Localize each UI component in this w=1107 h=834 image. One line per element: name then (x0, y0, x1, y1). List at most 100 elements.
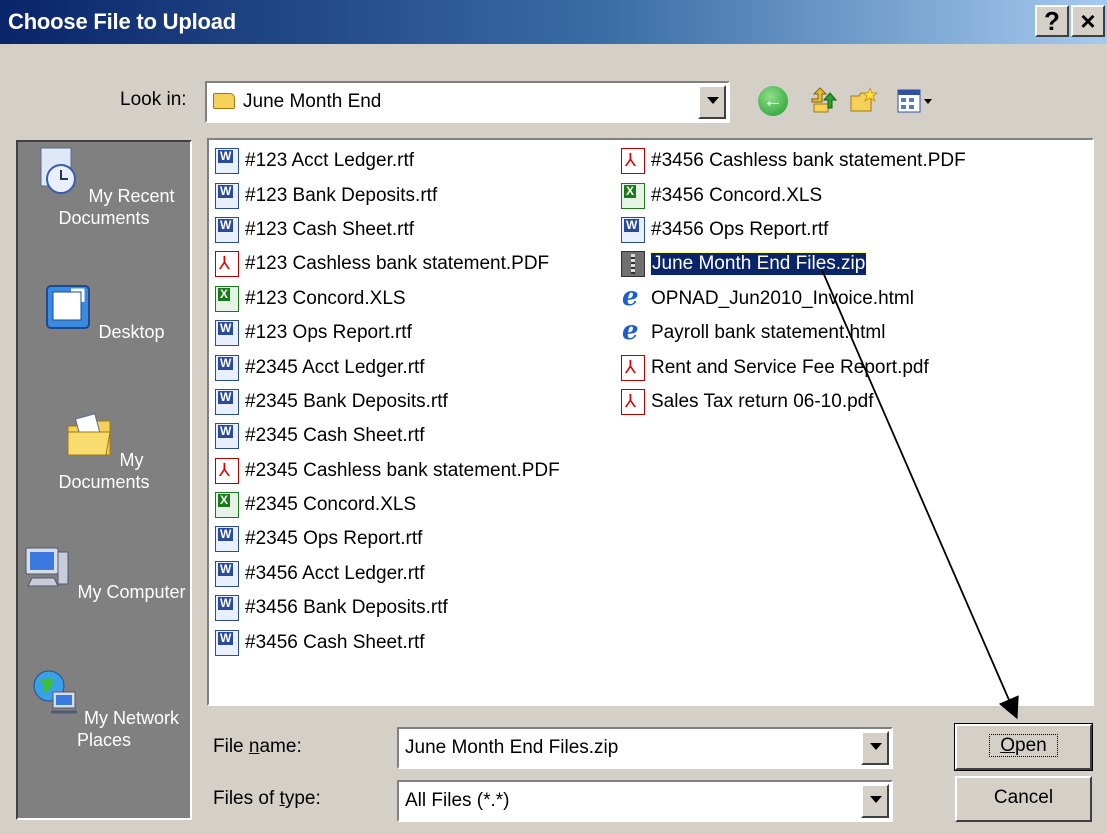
file-name: #123 Ops Report.rtf (245, 322, 412, 344)
place-desktop[interactable]: Desktop (18, 282, 190, 343)
file-name: #2345 Ops Report.rtf (245, 528, 423, 550)
folder-icon (213, 93, 235, 109)
file-name: June Month End Files.zip (649, 252, 868, 277)
place-my-documents[interactable]: My Documents (18, 410, 190, 493)
file-item[interactable]: #123 Acct Ledger.rtf (215, 144, 560, 178)
file-name: #2345 Cashless bank statement.PDF (245, 459, 560, 481)
rtf-file-icon (215, 595, 239, 622)
file-name-input[interactable]: June Month End Files.zip (397, 727, 893, 769)
file-item[interactable]: #2345 Cash Sheet.rtf (215, 419, 560, 453)
desktop-icon (46, 285, 91, 329)
file-item[interactable]: #3456 Ops Report.rtf (621, 213, 966, 247)
pdf-file-icon (621, 388, 645, 415)
file-type-value: All Files (*.*) (405, 790, 510, 811)
file-type-dropdown-arrow[interactable] (861, 784, 889, 818)
rtf-file-icon (215, 216, 239, 243)
cancel-button[interactable]: Cancel (955, 776, 1092, 822)
my-computer-icon (25, 547, 69, 587)
rtf-file-icon (215, 629, 239, 656)
look-in-value: June Month End (243, 91, 382, 112)
recent-documents-icon (40, 147, 77, 194)
file-name: #123 Acct Ledger.rtf (245, 150, 415, 172)
file-item[interactable]: #2345 Bank Deposits.rtf (215, 385, 560, 419)
file-name: #123 Bank Deposits.rtf (245, 184, 438, 206)
file-name: #2345 Acct Ledger.rtf (245, 356, 425, 378)
file-name: #2345 Cash Sheet.rtf (245, 425, 425, 447)
file-name-dropdown-arrow[interactable] (861, 731, 889, 765)
places-bar: My Recent Documents Desktop My Documents… (16, 140, 192, 820)
file-name: #3456 Ops Report.rtf (651, 218, 829, 240)
file-item[interactable]: OPNAD_Jun2010_Invoice.html (621, 282, 966, 316)
file-column-1: #123 Acct Ledger.rtf #123 Bank Deposits.r… (215, 144, 560, 660)
file-column-2: #3456 Cashless bank statement.PDF #3456 C… (621, 144, 966, 419)
html-file-icon (621, 282, 645, 312)
close-button[interactable]: × (1071, 5, 1105, 37)
file-item[interactable]: #3456 Acct Ledger.rtf (215, 557, 560, 591)
xls-file-icon (621, 182, 645, 209)
file-item[interactable]: #3456 Concord.XLS (621, 178, 966, 212)
back-icon[interactable]: ← (758, 86, 788, 116)
pdf-file-icon (215, 457, 239, 484)
file-type-label: Files of type: (213, 788, 321, 809)
file-item[interactable]: #2345 Ops Report.rtf (215, 522, 560, 556)
file-item[interactable]: #123 Cash Sheet.rtf (215, 213, 560, 247)
pdf-file-icon (621, 354, 645, 381)
rtf-file-icon (621, 216, 645, 243)
place-label: My Network Places (76, 708, 180, 750)
file-name: Rent and Service Fee Report.pdf (651, 356, 929, 378)
file-name: #123 Concord.XLS (245, 287, 406, 309)
up-one-level-icon[interactable] (808, 86, 838, 116)
file-name-value: June Month End Files.zip (405, 737, 619, 758)
file-item[interactable]: Rent and Service Fee Report.pdf (621, 350, 966, 384)
help-button[interactable]: ? (1035, 5, 1069, 37)
file-item[interactable]: #2345 Concord.XLS (215, 488, 560, 522)
title-bar: Choose File to Upload ? × (0, 0, 1107, 44)
file-item[interactable]: #123 Cashless bank statement.PDF (215, 247, 560, 281)
xls-file-icon (215, 492, 239, 519)
file-list[interactable]: #123 Acct Ledger.rtf #123 Bank Deposits.r… (207, 138, 1094, 706)
look-in-label: Look in: (120, 89, 187, 110)
pdf-file-icon (621, 148, 645, 175)
file-name: OPNAD_Jun2010_Invoice.html (651, 287, 914, 309)
view-menu-icon[interactable] (895, 86, 935, 116)
file-name: #3456 Cash Sheet.rtf (245, 631, 425, 653)
file-item[interactable]: Payroll bank statement.html (621, 316, 966, 350)
file-item[interactable]: #123 Bank Deposits.rtf (215, 178, 560, 212)
file-name: #2345 Bank Deposits.rtf (245, 390, 448, 412)
place-my-recent-documents[interactable]: My Recent Documents (18, 146, 190, 229)
rtf-file-icon (215, 182, 239, 209)
rtf-file-icon (215, 354, 239, 381)
file-name: #2345 Concord.XLS (245, 494, 417, 516)
file-name-label: File name: (213, 736, 302, 757)
file-item[interactable]: #3456 Bank Deposits.rtf (215, 591, 560, 625)
open-button[interactable]: Open (954, 723, 1093, 771)
file-item[interactable]: #3456 Cashless bank statement.PDF (621, 144, 966, 178)
pdf-file-icon (215, 251, 239, 278)
place-label: Desktop (98, 322, 165, 342)
new-folder-icon[interactable] (848, 86, 878, 116)
file-item[interactable]: June Month End Files.zip (621, 247, 966, 281)
file-item[interactable]: #2345 Acct Ledger.rtf (215, 350, 560, 384)
rtf-file-icon (215, 320, 239, 347)
rtf-file-icon (215, 148, 239, 175)
file-item[interactable]: Sales Tax return 06-10.pdf (621, 385, 966, 419)
file-type-dropdown[interactable]: All Files (*.*) (397, 780, 893, 822)
my-documents-icon (67, 413, 112, 456)
rtf-file-icon (215, 388, 239, 415)
file-item[interactable]: #3456 Cash Sheet.rtf (215, 625, 560, 659)
file-name: Payroll bank statement.html (651, 322, 886, 344)
network-places-icon (33, 670, 77, 714)
look-in-dropdown-arrow[interactable] (698, 85, 726, 119)
file-item[interactable]: #123 Concord.XLS (215, 282, 560, 316)
file-name: #123 Cash Sheet.rtf (245, 218, 414, 240)
file-item[interactable]: #123 Ops Report.rtf (215, 316, 560, 350)
file-name: #123 Cashless bank statement.PDF (245, 253, 550, 275)
rtf-file-icon (215, 560, 239, 587)
place-my-computer[interactable]: My Computer (18, 542, 190, 603)
file-name: #3456 Cashless bank statement.PDF (651, 150, 966, 172)
file-item[interactable]: #2345 Cashless bank statement.PDF (215, 454, 560, 488)
place-my-network-places[interactable]: My Network Places (18, 668, 190, 751)
file-name: #3456 Concord.XLS (651, 184, 823, 206)
file-name: #3456 Bank Deposits.rtf (245, 597, 448, 619)
look-in-dropdown[interactable]: June Month End (205, 81, 730, 123)
